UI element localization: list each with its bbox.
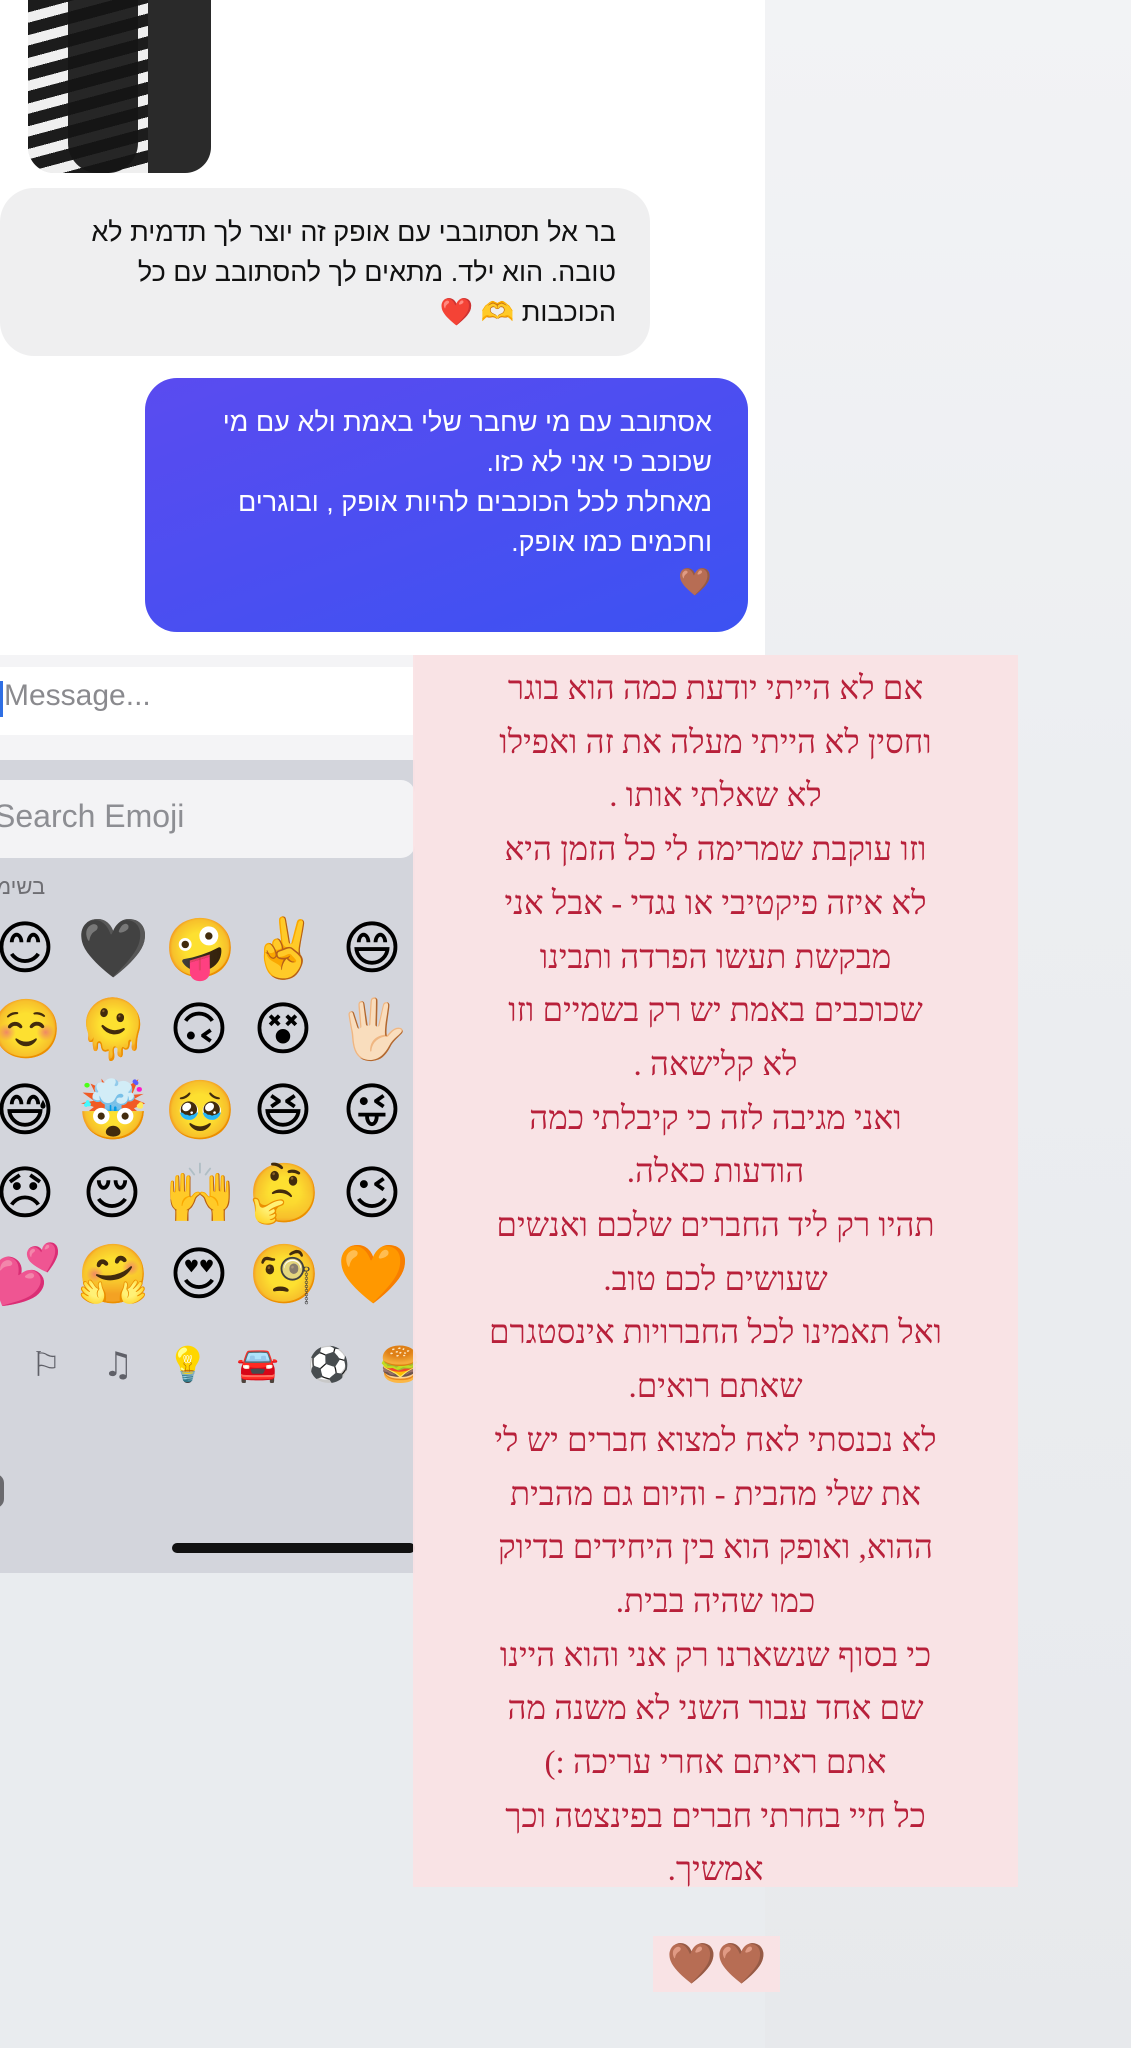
story-line: ואני מגיבה לזה כי קיבלתי כמה (529, 1100, 902, 1137)
emoji-key[interactable]: 🧐 (248, 1241, 320, 1307)
story-line: כל חיי בחרתי חברים בפינצטה וכך (505, 1798, 926, 1835)
story-line: וחסין לא הייתי מעלה את זה ואפילו (499, 724, 932, 761)
story-line: אתם ראיתם אחרי עריכה :) (544, 1745, 887, 1782)
story-line: ההוא, ואופק הוא בין היחידים בדיוק (497, 1530, 933, 1567)
outgoing-message-bubble[interactable]: אסתובב עם מי שחבר שלי באמת ולא עם מי שכו… (145, 378, 748, 632)
shared-photo[interactable] (28, 0, 211, 173)
photo-coat (148, 0, 211, 173)
story-line: שם אחד עבור השני לא משנה מה (507, 1691, 924, 1728)
story-line: את שלי מהבית - והיום גם מהבית (510, 1476, 921, 1513)
emoji-key[interactable]: ✌️ (248, 915, 320, 981)
car-icon[interactable]: 🚘 (236, 1345, 280, 1385)
recent-section-label: בשימ (0, 874, 46, 899)
story-line: כמו שהיה בבית. (615, 1583, 816, 1620)
story-line: תהיו רק ליד החברים שלכם ואנשים (496, 1208, 935, 1245)
emoji-key[interactable]: 😵 (248, 996, 318, 1062)
incoming-message-line: טובה. הוא ילד. מתאים לך להסתובב עם כל (137, 257, 616, 287)
story-line: ואל תאמינו לכל החברויות אינסטגרם (489, 1315, 942, 1352)
emoji-key[interactable]: 😄 (337, 915, 407, 981)
story-line: וזו עוקבת שמרימה לי כל הזמן היא (504, 832, 927, 869)
emoji-key[interactable]: 🤗 (77, 1241, 149, 1307)
message-input[interactable]: Message... (4, 679, 151, 713)
story-line: לא קלישאה . (633, 1046, 798, 1083)
emoji-key[interactable]: 😞 (0, 1160, 60, 1226)
emoji-key[interactable]: 🖤 (77, 915, 149, 981)
flag-icon[interactable]: ⚐ (24, 1345, 68, 1385)
incoming-message-line: בר אל תסתובבי עם אופק זה יוצר לך תדמית ל… (91, 217, 616, 247)
emoji-key[interactable]: 🙃 (164, 996, 234, 1062)
incoming-message-bubble[interactable]: בר אל תסתובבי עם אופק זה יוצר לך תדמית ל… (0, 188, 650, 356)
story-line: שכוכבים באמת יש רק בשמיים וזו (508, 993, 923, 1030)
story-line: לא איזה פיקטיבי או נגדי - אבל אני (504, 885, 927, 922)
emoji-key[interactable]: 💕 (0, 1241, 62, 1307)
story-line: שעושים לכם טוב. (603, 1261, 828, 1298)
symbols-icon[interactable]: ♫ (96, 1345, 140, 1385)
soccer-ball-icon[interactable]: ⚽ (307, 1345, 351, 1385)
emoji-key[interactable]: 🫠 (77, 996, 149, 1062)
emoji-key[interactable]: 😍 (164, 1241, 234, 1307)
lightbulb-icon[interactable]: 💡 (166, 1345, 210, 1385)
outgoing-message-line: שכוכב כי אני לא כזו. (486, 447, 712, 477)
emoji-key[interactable]: 😅 (0, 1077, 60, 1143)
emoji-key[interactable]: ☺️ (0, 996, 62, 1062)
incoming-message-line: הכוכבות 🫶 ❤️ (439, 297, 616, 327)
home-indicator[interactable] (172, 1543, 415, 1553)
story-line: כי בסוף שנשארנו רק אני והוא היינו (499, 1637, 932, 1674)
emoji-key[interactable]: 🤯 (77, 1077, 149, 1143)
emoji-key[interactable]: 😉 (337, 1160, 407, 1226)
photo-hair (68, 0, 138, 173)
outgoing-message-line: מאחלת לכל הכוכבים להיות אופק , ובוגרים (237, 487, 712, 517)
story-line: שאתם רואים. (628, 1369, 803, 1406)
outgoing-message-line: וחכמים כמו אופק. (511, 527, 712, 557)
story-line: לא שאלתי אותו . (609, 778, 822, 815)
story-line: אמשיך. (667, 1852, 764, 1889)
emoji-search-placeholder: Search Emoji (0, 798, 185, 834)
story-line: לא נכנסתי לאח למצוא חברים יש לי (494, 1422, 937, 1459)
emoji-key[interactable]: 😌 (77, 1160, 147, 1226)
text-cursor (0, 681, 3, 717)
emoji-key[interactable]: 🖐🏻 (337, 996, 409, 1062)
outgoing-message-line: אסתובב עם מי שחבר שלי באמת ולא עם מי (222, 407, 712, 437)
emoji-key[interactable]: 🙌 (164, 1160, 236, 1226)
story-line: הודעות כאלה. (626, 1154, 805, 1191)
emoji-key[interactable]: 😜 (337, 1077, 407, 1143)
emoji-key[interactable]: 🤪 (164, 915, 236, 981)
story-text-box: אם לא הייתי יודעת כמה הוא בוגר וחסין לא … (413, 655, 1018, 1888)
outgoing-message-line: 🤎 (678, 567, 712, 597)
story-line: מבקשת תעשו הפרדה ותבינו (539, 939, 892, 976)
emoji-key[interactable]: 🧡 (337, 1241, 409, 1307)
emoji-key[interactable]: 🥹 (164, 1077, 236, 1143)
story-line: אם לא הייתי יודעת כמה הוא בוגר (507, 671, 924, 707)
emoji-key[interactable]: 🤔 (248, 1160, 320, 1226)
emoji-key[interactable]: 😆 (248, 1077, 318, 1143)
emoji-key[interactable]: 😊 (0, 915, 60, 981)
brown-hearts-sticker: 🤎🤎 (653, 1936, 780, 1992)
